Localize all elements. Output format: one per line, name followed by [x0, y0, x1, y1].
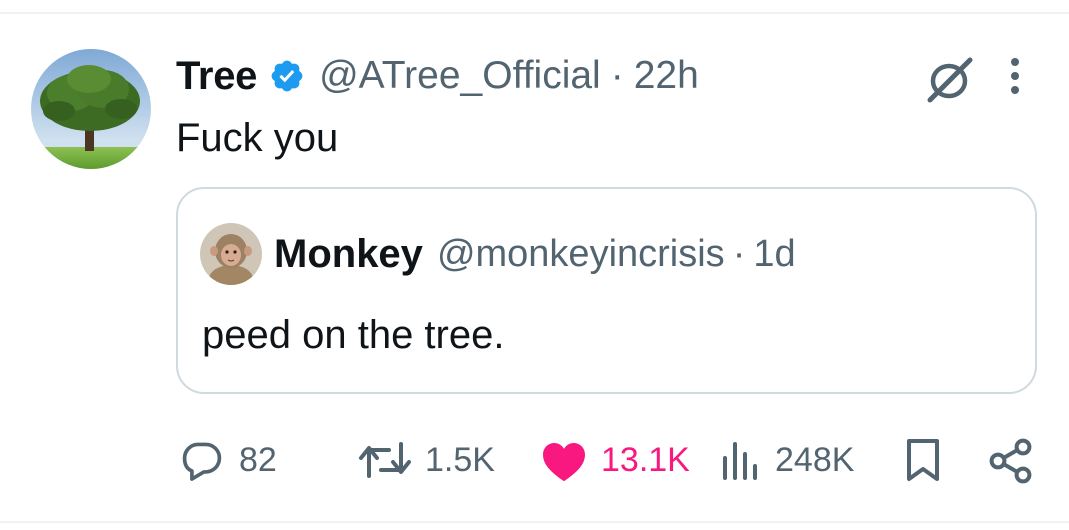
quote-author-handle[interactable]: @monkeyincrisis: [437, 233, 725, 276]
share-icon[interactable]: [988, 438, 1034, 484]
grok-icon[interactable]: [924, 54, 974, 104]
separator-dot: ·: [610, 54, 624, 97]
bottom-divider: [0, 521, 1069, 523]
tweet-timestamp[interactable]: 22h: [634, 54, 699, 98]
quote-separator-dot: ·: [732, 232, 746, 275]
tweet-text: Fuck you: [176, 116, 339, 160]
author-display-name[interactable]: Tree: [176, 54, 257, 99]
reply-count: 82: [239, 440, 277, 479]
quote-text: peed on the tree.: [202, 313, 505, 357]
bookmark-icon[interactable]: [903, 437, 943, 483]
views-count: 248K: [775, 440, 855, 479]
repost-count: 1.5K: [425, 440, 495, 479]
tweet-card[interactable]: Tree @ATree_Official · 22h Fuck you Monk…: [0, 0, 1069, 530]
quote-author-avatar[interactable]: [200, 223, 262, 285]
quote-header: Monkey @monkeyincrisis · 1d: [274, 229, 796, 279]
like-button[interactable]: 13.1K: [539, 436, 690, 484]
quoted-tweet[interactable]: Monkey @monkeyincrisis · 1d peed on the …: [176, 187, 1037, 394]
top-divider: [0, 12, 1069, 14]
repost-button[interactable]: 1.5K: [357, 436, 495, 484]
reply-icon: [182, 442, 222, 481]
views-chart-icon: [723, 442, 757, 480]
quote-timestamp[interactable]: 1d: [753, 233, 795, 276]
reply-button[interactable]: 82: [177, 436, 277, 484]
verified-badge-icon: [271, 60, 303, 92]
repost-icon: [359, 442, 411, 478]
tweet-header: Tree @ATree_Official · 22h: [176, 52, 699, 100]
views-button[interactable]: 248K: [719, 436, 854, 484]
like-count: 13.1K: [601, 440, 690, 479]
author-handle[interactable]: @ATree_Official: [319, 54, 601, 98]
more-dots-icon[interactable]: [1000, 52, 1030, 102]
author-avatar[interactable]: [31, 49, 151, 169]
heart-filled-icon: [543, 443, 585, 482]
quote-author-display-name[interactable]: Monkey: [274, 232, 423, 277]
